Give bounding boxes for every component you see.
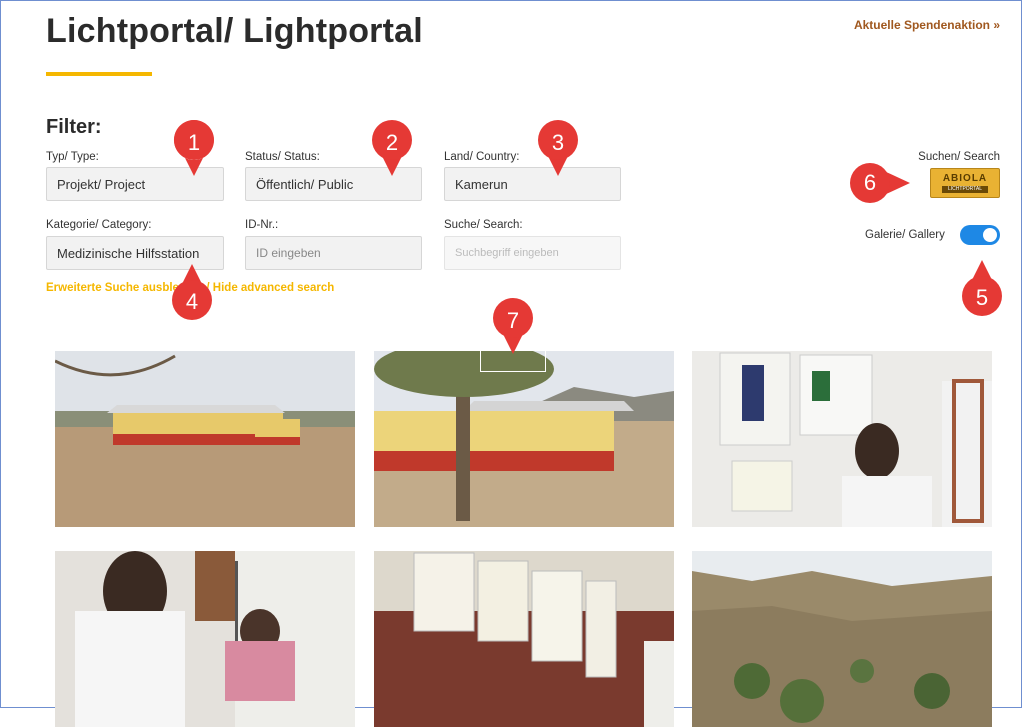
id-label: ID-Nr.:	[245, 219, 279, 231]
country-select[interactable]: Kamerun	[444, 167, 621, 201]
country-label: Land/ Country:	[444, 151, 520, 163]
search-button[interactable]: ABIOLA LICHTPORTAL	[930, 168, 1000, 198]
search-label-field: Suche/ Search:	[444, 219, 523, 231]
search-button-label: Suchen/ Search	[918, 151, 1000, 163]
gallery-thumbnail[interactable]	[692, 551, 992, 727]
annotation-marker-4: 4	[170, 262, 214, 322]
landscape-photo-icon	[692, 551, 992, 727]
filter-heading: Filter:	[46, 116, 102, 138]
annotation-marker-7: 7	[491, 296, 535, 356]
gallery-label: Galerie/ Gallery	[865, 229, 945, 241]
gallery-thumbnail[interactable]	[55, 551, 355, 727]
toggle-knob	[983, 228, 997, 242]
marker-number: 7	[506, 308, 520, 333]
marker-number: 4	[185, 289, 199, 314]
gallery-toggle[interactable]	[960, 225, 1000, 245]
abiola-logo-icon: ABIOLA	[942, 173, 988, 184]
building-tree-photo-icon	[374, 351, 674, 527]
marker-number: 1	[187, 130, 201, 155]
annotation-marker-2: 2	[370, 118, 414, 178]
donation-link[interactable]: Aktuelle Spendenaktion »	[854, 18, 1000, 32]
gallery-thumbnail[interactable]	[692, 351, 992, 527]
health-station-photo-icon	[55, 351, 355, 527]
search-input[interactable]: Suchbegriff eingeben	[444, 236, 621, 270]
marker-number: 3	[551, 130, 565, 155]
category-label: Kategorie/ Category:	[46, 219, 152, 231]
marker-number: 5	[975, 285, 989, 310]
annotation-marker-5: 5	[960, 258, 1004, 318]
page-title: Lichtportal/ Lightportal	[46, 12, 423, 50]
title-underline	[46, 72, 152, 76]
annotation-marker-1: 1	[172, 118, 216, 178]
annotation-marker-3: 3	[536, 118, 580, 178]
gallery-thumbnail[interactable]	[55, 351, 355, 527]
gallery-thumbnail[interactable]	[374, 351, 674, 527]
type-label: Typ/ Type:	[46, 151, 99, 163]
mother-child-photo-icon	[55, 551, 355, 727]
gallery-thumbnail[interactable]	[374, 551, 674, 727]
marker-number: 6	[863, 170, 877, 195]
health-posters-photo-icon	[374, 551, 674, 727]
logo-subtitle: LICHTPORTAL	[942, 186, 988, 193]
marker-number: 2	[385, 130, 399, 155]
id-input[interactable]: ID eingeben	[245, 236, 422, 270]
annotation-marker-6: 6	[848, 161, 912, 205]
status-label: Status/ Status:	[245, 151, 320, 163]
poster-room-photo-icon	[692, 351, 992, 527]
